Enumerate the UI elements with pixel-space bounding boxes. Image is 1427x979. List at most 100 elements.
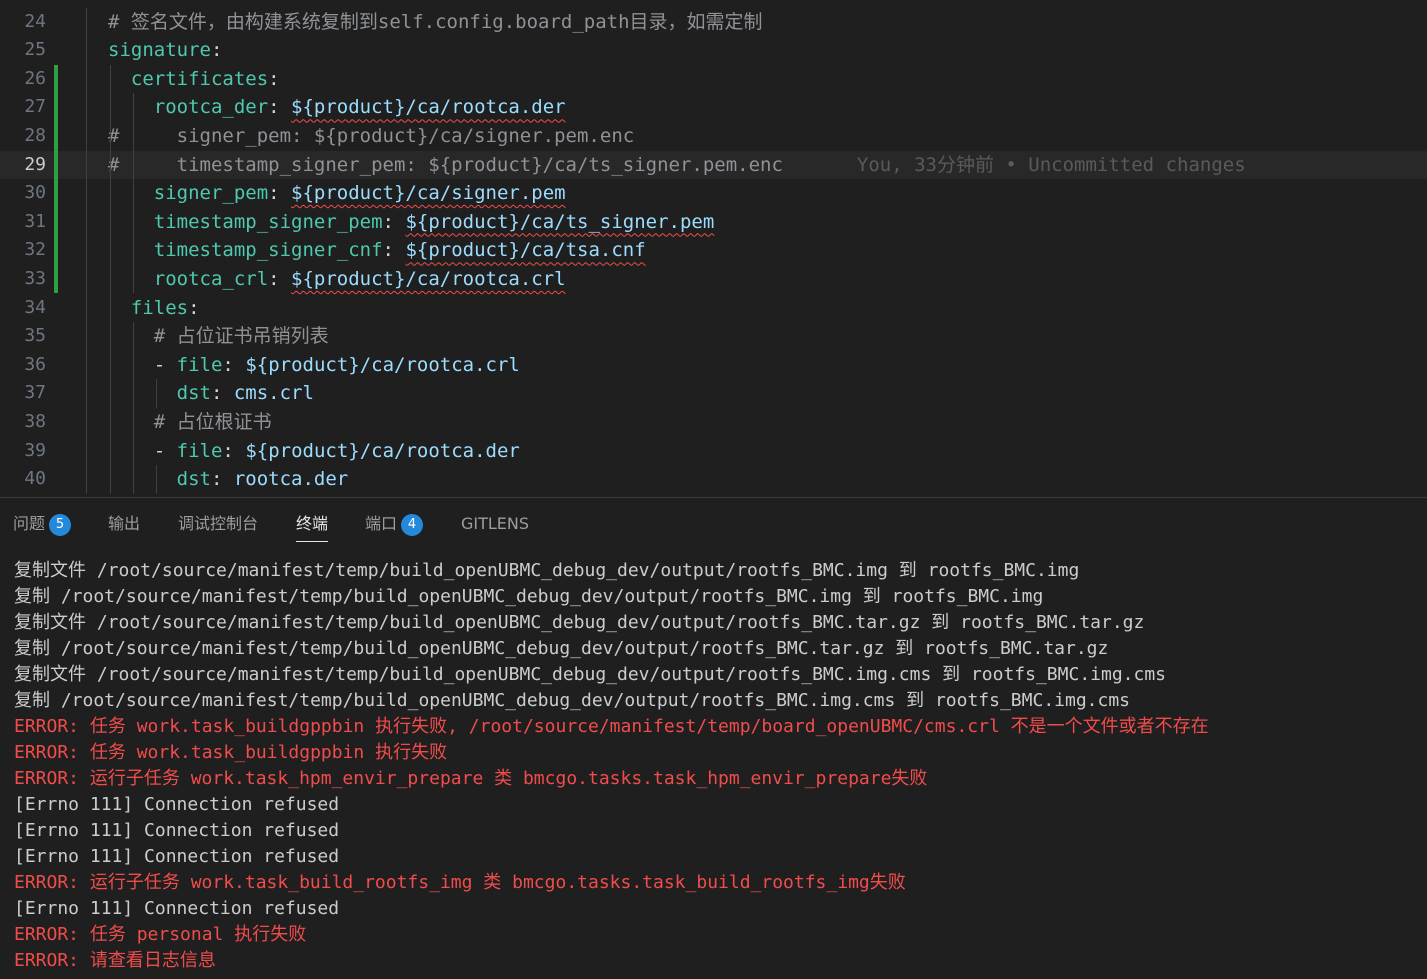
panel-tab-bar: 问题 5 输出 调试控制台 终端 端口 4 GITLENS	[0, 498, 1427, 550]
punctuation: :	[222, 439, 246, 462]
punctuation: :	[210, 39, 223, 62]
punctuation: :	[188, 296, 200, 319]
yaml-key: rootca_der	[153, 96, 269, 119]
line-number: 38	[24, 410, 46, 432]
code-editor[interactable]: 24 # 签名文件，由构建系统复制到self.config.board_path目…	[0, 0, 1427, 497]
line-number: 27	[24, 96, 46, 118]
ports-count-badge: 4	[401, 514, 424, 536]
terminal-line: [Errno 111] Connection refused	[14, 898, 340, 919]
yaml-key: file	[176, 353, 223, 376]
code-line[interactable]: 34 files:	[0, 294, 1427, 323]
terminal-output[interactable]: 复制文件 /root/source/manifest/temp/build_op…	[14, 558, 1414, 974]
code-line[interactable]: 36 - file: ${product}/ca/rootca.crl	[0, 351, 1427, 380]
indent-guide	[133, 322, 134, 494]
code-line[interactable]: 29 # timestamp_signer_pem: ${product}/ca/…	[0, 150, 1427, 180]
tab-label: 调试控制台	[178, 514, 259, 533]
git-blame-annotation[interactable]: You, 33分钟前 • Uncommitted changes	[857, 154, 1246, 176]
code-text: dst: rootca.der	[108, 465, 349, 494]
yaml-value: ${product}/ca/signer.pem	[291, 182, 566, 205]
code-text: certificates:	[108, 65, 280, 94]
yaml-value: ${product}/ca/rootca.crl	[245, 353, 520, 376]
terminal-line: [Errno 111] Connection refused	[14, 794, 340, 815]
terminal-line: 复制文件 /root/source/manifest/temp/build_op…	[14, 612, 1145, 633]
yaml-key: files	[130, 296, 189, 319]
git-change-indicator[interactable]	[54, 64, 58, 294]
yaml-comment: # 占位根证书	[153, 410, 272, 433]
code-line[interactable]: 40 dst: rootca.der	[0, 465, 1427, 494]
code-line[interactable]: 33 rootca_crl: ${product}/ca/rootca.crl	[0, 265, 1427, 294]
code-text: rootca_der: ${product}/ca/rootca.der	[108, 93, 566, 122]
code-line[interactable]: 26 certificates:	[0, 65, 1427, 94]
code-line[interactable]: 37 dst: cms.crl	[0, 379, 1427, 408]
tab-label: 终端	[296, 514, 329, 533]
terminal-error-line: ERROR: 运行子任务 work.task_build_rootfs_img …	[14, 872, 906, 893]
tab-debug-console[interactable]: 调试控制台	[178, 510, 258, 538]
code-text: # 占位证书吊销列表	[108, 322, 329, 351]
indent-guide	[110, 64, 111, 494]
terminal-error-line: ERROR: 任务 work.task_buildgppbin 执行失败	[14, 742, 448, 763]
yaml-comment: # 签名文件，由构建系统复制到self.config.board_path目录，…	[108, 10, 763, 33]
indent-guide	[156, 465, 157, 494]
yaml-value: ${product}/ca/tsa.cnf	[405, 239, 646, 262]
line-number: 31	[24, 210, 46, 232]
tab-problems[interactable]: 问题 5	[13, 510, 72, 538]
tab-gitlens[interactable]: GITLENS	[461, 510, 529, 538]
punctuation: :	[268, 96, 292, 119]
tab-output[interactable]: 输出	[108, 510, 140, 538]
code-line[interactable]: 27 rootca_der: ${product}/ca/rootca.der	[0, 93, 1427, 122]
code-text: timestamp_signer_pem: ${product}/ca/ts_s…	[108, 208, 715, 237]
punctuation: :	[382, 210, 406, 233]
code-text: dst: cms.crl	[108, 379, 314, 408]
tab-terminal[interactable]: 终端	[296, 510, 329, 542]
line-number: 35	[24, 325, 46, 347]
yaml-key: file	[176, 439, 223, 462]
code-line[interactable]: 35 # 占位证书吊销列表	[0, 322, 1427, 351]
line-number: 30	[24, 182, 46, 204]
code-line[interactable]: 38 # 占位根证书	[0, 408, 1427, 437]
tab-ports[interactable]: 端口 4	[365, 510, 424, 538]
code-text: signature:	[108, 36, 222, 65]
code-text: - file: ${product}/ca/rootca.crl	[108, 351, 520, 380]
line-number: 28	[24, 124, 46, 146]
punctuation: :	[222, 353, 246, 376]
terminal-line: 复制文件 /root/source/manifest/temp/build_op…	[14, 560, 1080, 581]
punctuation: -	[153, 353, 177, 376]
code-line[interactable]: 32 timestamp_signer_cnf: ${product}/ca/t…	[0, 236, 1427, 265]
punctuation: :	[210, 468, 234, 491]
code-text: signer_pem: ${product}/ca/signer.pem	[108, 179, 566, 208]
line-number: 29	[24, 153, 46, 175]
terminal-line: 复制 /root/source/manifest/temp/build_open…	[14, 638, 1109, 659]
code-line[interactable]: 31 timestamp_signer_pem: ${product}/ca/t…	[0, 208, 1427, 237]
terminal-error-line: ERROR: 任务 work.task_buildgppbin 执行失败, /r…	[14, 716, 1209, 737]
yaml-comment: # 占位证书吊销列表	[153, 325, 329, 348]
code-line[interactable]: 25 signature:	[0, 36, 1427, 65]
punctuation: :	[268, 267, 292, 290]
code-line[interactable]: 39 - file: ${product}/ca/rootca.der	[0, 437, 1427, 466]
terminal-error-line: ERROR: 请查看日志信息	[14, 950, 216, 971]
code-text: # timestamp_signer_pem: ${product}/ca/ts…	[108, 151, 1246, 180]
code-text: rootca_crl: ${product}/ca/rootca.crl	[108, 265, 566, 294]
yaml-value: rootca.der	[233, 468, 349, 491]
terminal-line: 复制文件 /root/source/manifest/temp/build_op…	[14, 664, 1167, 685]
code-line[interactable]: 30 signer_pem: ${product}/ca/signer.pem	[0, 179, 1427, 208]
yaml-value: ${product}/ca/ts_signer.pem	[405, 210, 715, 233]
line-number: 37	[24, 382, 46, 404]
code-text: timestamp_signer_cnf: ${product}/ca/tsa.…	[108, 236, 646, 265]
code-text: # signer_pem: ${product}/ca/signer.pem.e…	[108, 122, 634, 151]
tab-label: 端口	[365, 514, 398, 533]
yaml-key: timestamp_signer_pem	[153, 210, 383, 233]
yaml-key: certificates	[130, 67, 269, 90]
code-line[interactable]: 28 # signer_pem: ${product}/ca/signer.pem…	[0, 122, 1427, 151]
code-line[interactable]: 24 # 签名文件，由构建系统复制到self.config.board_path目…	[0, 8, 1427, 37]
line-number: 34	[24, 296, 46, 318]
terminal-line: 复制 /root/source/manifest/temp/build_open…	[14, 690, 1131, 711]
yaml-value: ${product}/ca/rootca.der	[291, 96, 566, 119]
punctuation: :	[210, 382, 234, 405]
terminal-line: [Errno 111] Connection refused	[14, 846, 340, 867]
problems-count-badge: 5	[49, 514, 72, 536]
